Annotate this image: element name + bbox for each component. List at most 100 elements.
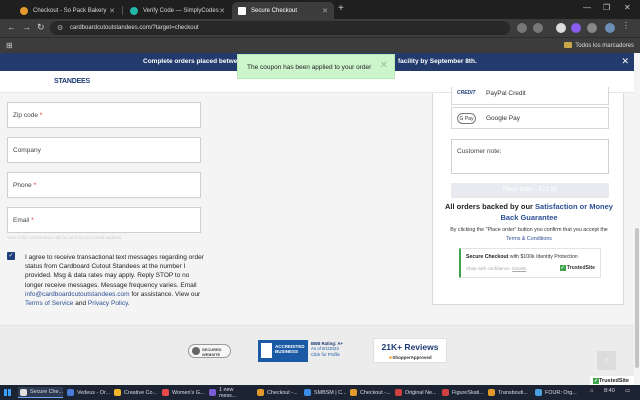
extension-purple-icon[interactable] xyxy=(571,23,581,33)
banner-text-left: Complete orders placed betwe xyxy=(143,58,238,65)
check-icon: ✓ xyxy=(559,265,566,271)
taskbar-item[interactable]: Checkout -... xyxy=(255,387,300,398)
bbb-torch-icon xyxy=(261,343,272,358)
secure-checkout-title: Secure Checkout with $100k Identity Prot… xyxy=(466,254,578,260)
terms-conditions-link[interactable]: Terms & Conditions xyxy=(506,236,552,242)
notifications-icon[interactable]: ▭ xyxy=(625,388,630,394)
billing-form: Zip code * Company Phone * Email * Your … xyxy=(0,93,420,333)
close-tab-icon[interactable]: ✕ xyxy=(322,7,328,15)
taskbar-item-label: FOUR: Org... xyxy=(545,389,577,396)
close-tab-icon[interactable]: ✕ xyxy=(219,7,225,15)
minimize-icon[interactable]: — xyxy=(583,3,591,12)
taskbar-item[interactable]: Original Ne... xyxy=(393,387,438,398)
banner-text-right: facility by September 8th. xyxy=(398,58,477,65)
taskbar-item[interactable]: Checkout -... xyxy=(348,387,393,398)
required-marker: * xyxy=(31,217,34,224)
extensions-puzzle-icon[interactable] xyxy=(587,23,597,33)
secure-checkout-rest: with $100k Identity Protection xyxy=(508,254,578,260)
close-tab-icon[interactable]: ✕ xyxy=(109,7,115,15)
field-label: Email xyxy=(13,217,30,224)
terms-of-service-link[interactable]: Terms of Service xyxy=(25,300,73,307)
address-bar[interactable]: ⚙ cardboardcutoutstandees.com/?target=ch… xyxy=(50,21,510,35)
secure-checkout-card: Secure Checkout with $100k Identity Prot… xyxy=(459,248,601,278)
app-icon xyxy=(20,388,27,396)
sms-consent-text: I agree to receive transactional text me… xyxy=(25,253,205,308)
bbb-profile-link[interactable]: Click for Profile xyxy=(311,352,340,357)
zip-code-field[interactable]: Zip code * xyxy=(7,102,201,128)
scrollbar-thumb[interactable] xyxy=(635,228,639,368)
tab-secure-checkout[interactable]: Secure Checkout ✕ xyxy=(232,2,334,19)
bbb-seal-text: ACCREDITED BUSINESS xyxy=(275,344,305,354)
windows-start-icon[interactable] xyxy=(4,389,11,396)
guarantee-statement: All orders backed by our Satisfaction or… xyxy=(443,201,615,223)
taskbar-item[interactable]: Secure Che... xyxy=(18,387,63,398)
taskbar-item-label: Checkout -... xyxy=(267,389,298,396)
bookmark-star-icon[interactable] xyxy=(533,23,543,33)
close-banner-icon[interactable]: ✕ xyxy=(621,56,629,67)
tab-so-pack-bakery[interactable]: Checkout - So Pack Bakery ✕ xyxy=(14,2,121,19)
scroll-to-top-button[interactable]: ↑ xyxy=(597,351,616,370)
taskbar-item-label: Original Ne... xyxy=(405,389,437,396)
email-field[interactable]: Email * xyxy=(7,207,201,233)
translate-icon[interactable] xyxy=(517,23,527,33)
bakery-favicon-icon xyxy=(20,6,28,15)
taskbar-item-label: Creative Co... xyxy=(124,389,157,396)
support-email-link[interactable]: info@cardboardcutoutstandees.com xyxy=(25,291,130,298)
network-icon[interactable]: ⌂ xyxy=(590,388,593,394)
trustedsite-label: TrustedSite xyxy=(566,265,595,271)
close-toast-icon[interactable]: ✕ xyxy=(380,60,388,71)
required-marker: * xyxy=(33,182,37,189)
app-icon xyxy=(257,389,264,396)
app-icon xyxy=(114,389,121,396)
taskbar-item-label: Women's G... xyxy=(172,389,205,396)
taskbar-item[interactable]: FOUR: Org... xyxy=(533,387,578,398)
customer-note-textarea[interactable]: Customer note: xyxy=(451,139,609,174)
extension-icon[interactable] xyxy=(556,23,566,33)
google-pay-option[interactable]: G Pay Google Pay xyxy=(451,107,609,129)
profile-avatar-icon[interactable] xyxy=(605,23,615,33)
sms-consent-checkbox[interactable]: ✓ xyxy=(7,252,15,260)
taskbar-item[interactable]: 1 new mess... xyxy=(207,386,252,399)
field-label: Company xyxy=(13,147,41,154)
terms-text: By clicking the "Place order" button you… xyxy=(450,227,608,233)
google-pay-icon: G Pay xyxy=(457,113,476,124)
taskbar-item-label: Transbouti... xyxy=(498,389,528,396)
tab-title: Checkout - So Pack Bakery xyxy=(33,7,107,14)
app-icon xyxy=(304,389,311,396)
trustedsite-floating-badge[interactable]: ✓TrustedSite xyxy=(590,376,640,385)
clock[interactable]: 8:40 xyxy=(604,388,615,394)
app-icon xyxy=(209,389,216,396)
consent-text: I agree to receive transactional text me… xyxy=(25,254,204,289)
terms-statement: By clicking the "Place order" button you… xyxy=(443,226,615,243)
back-arrow-icon[interactable]: ← xyxy=(7,22,16,32)
taskbar-item[interactable]: Vedeus - Or... xyxy=(65,387,110,398)
maximize-icon[interactable]: ❐ xyxy=(603,3,610,12)
shopper-approved-badge[interactable]: 21K+ Reviews ★ShopperApproved xyxy=(373,338,447,363)
taskbar-item[interactable]: Women's G... xyxy=(160,387,205,398)
paypal-credit-option[interactable]: CREDIT PayPal Credit xyxy=(451,87,609,105)
site-info-icon[interactable]: ⚙ xyxy=(57,24,63,32)
folder-icon xyxy=(564,42,573,48)
phone-field[interactable]: Phone * xyxy=(7,172,201,198)
taskbar-item[interactable]: Creative Co... xyxy=(112,387,157,398)
tab-simplycodes[interactable]: Verify Code — SimplyCodes ✕ xyxy=(124,2,231,19)
taskbar-item-label: 1 new mess... xyxy=(219,386,237,399)
apps-grid-icon[interactable]: ⊞ xyxy=(6,41,13,50)
window-close-icon[interactable]: ✕ xyxy=(624,3,631,12)
new-tab-button[interactable]: + xyxy=(338,3,344,14)
bbb-badge[interactable]: ACCREDITED BUSINESS BBB Rating: A+ As of… xyxy=(258,340,351,362)
menu-dots-icon[interactable]: ⋮ xyxy=(622,21,632,31)
privacy-policy-link[interactable]: Privacy Policy xyxy=(88,300,128,307)
details-link[interactable]: Details xyxy=(512,266,526,271)
taskbar-item[interactable]: FigureSkati... xyxy=(440,387,485,398)
site-logo[interactable]: STANDEES xyxy=(54,78,90,85)
forward-arrow-icon[interactable]: → xyxy=(22,22,31,32)
reload-icon[interactable]: ↻ xyxy=(37,22,45,33)
company-field[interactable]: Company xyxy=(7,137,201,163)
tab-title: Verify Code — SimplyCodes xyxy=(143,7,219,14)
place-order-button[interactable]: Place order - $72.50 xyxy=(451,183,609,198)
taskbar-item[interactable]: SMBSM | C... xyxy=(302,387,347,398)
all-bookmarks-folder[interactable]: Todos los marcadores xyxy=(564,42,634,49)
taskbar-item[interactable]: Transbouti... xyxy=(486,387,531,398)
required-marker: * xyxy=(39,112,43,119)
